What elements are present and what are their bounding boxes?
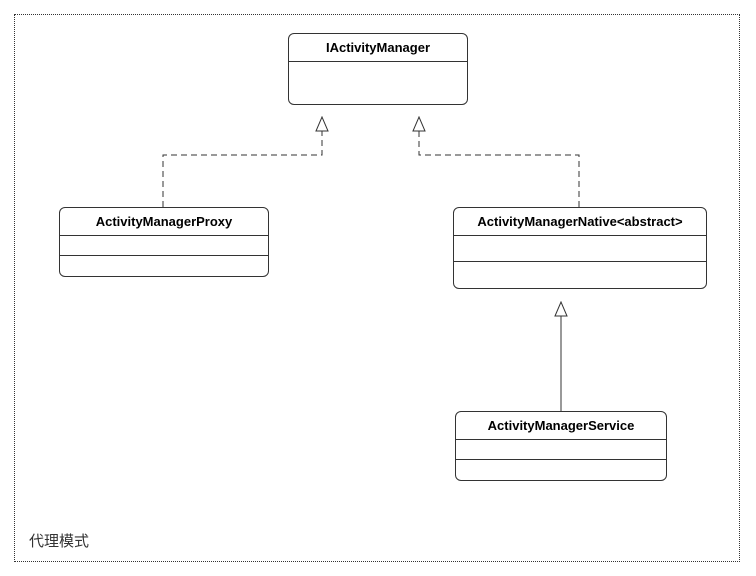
class-title: ActivityManagerProxy	[60, 208, 268, 236]
package-label: 代理模式	[29, 530, 89, 551]
class-activitymanagerproxy: ActivityManagerProxy	[59, 207, 269, 277]
class-attributes	[60, 236, 268, 256]
package-frame: 代理模式 IActivityManager ActivityManagerPro…	[14, 14, 740, 562]
class-title: ActivityManagerService	[456, 412, 666, 440]
class-attributes	[289, 62, 467, 104]
class-operations	[60, 256, 268, 276]
class-operations	[456, 460, 666, 480]
class-title: IActivityManager	[289, 34, 467, 62]
class-operations	[454, 262, 706, 288]
class-iactivitymanager: IActivityManager	[288, 33, 468, 105]
class-title: ActivityManagerNative<abstract>	[454, 208, 706, 236]
class-activitymanagerservice: ActivityManagerService	[455, 411, 667, 481]
realization-native-to-interface	[419, 117, 579, 207]
class-activitymanagernative: ActivityManagerNative<abstract>	[453, 207, 707, 289]
class-attributes	[456, 440, 666, 460]
realization-proxy-to-interface	[163, 117, 322, 207]
class-attributes	[454, 236, 706, 262]
